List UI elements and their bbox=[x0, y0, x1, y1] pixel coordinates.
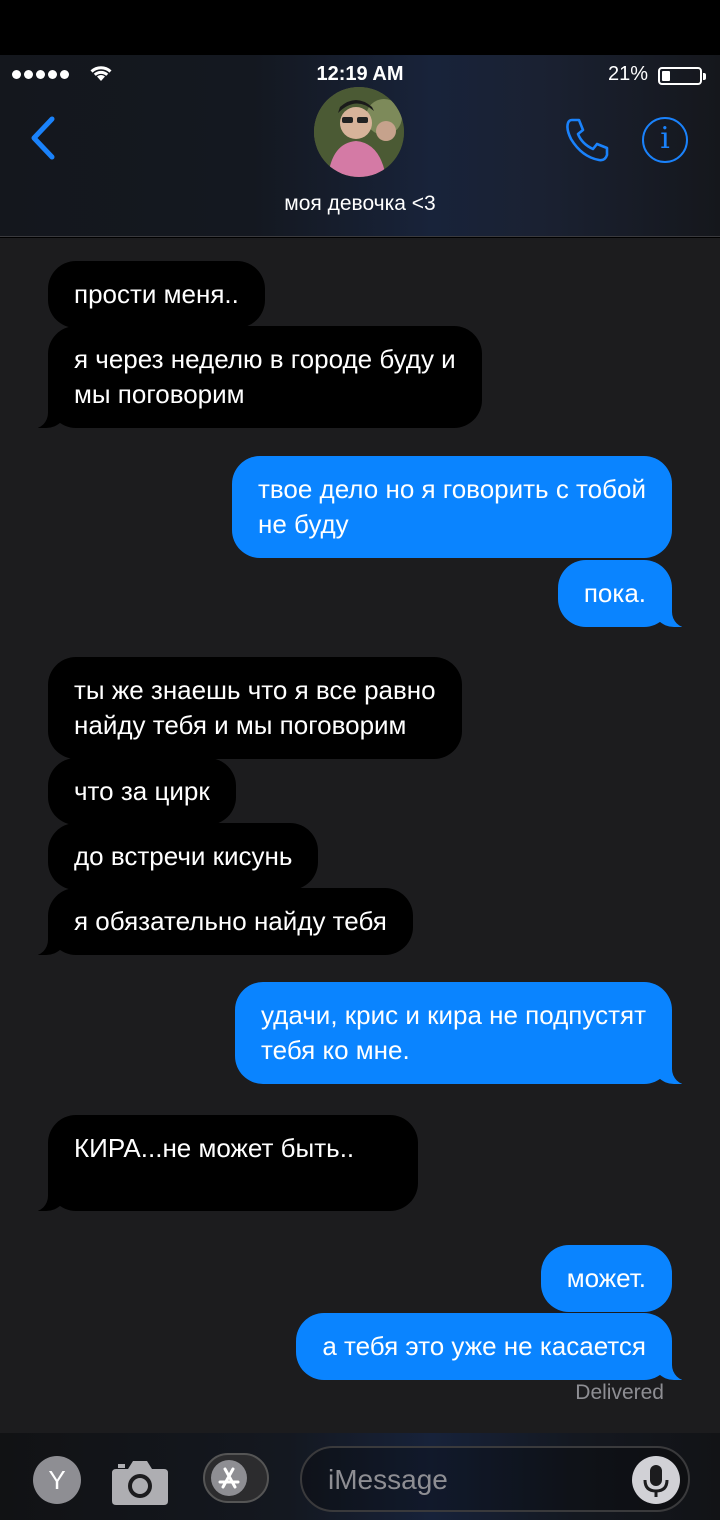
compose-bar: Y bbox=[0, 1433, 720, 1520]
chevron-left-icon[interactable] bbox=[26, 113, 60, 163]
message-text: пока. bbox=[583, 578, 646, 608]
outgoing-message[interactable]: может. bbox=[540, 1245, 672, 1312]
message-text: КИРА...не может быть.. bbox=[74, 1133, 355, 1163]
incoming-message[interactable]: что за цирк bbox=[48, 758, 236, 825]
message-thread[interactable]: прости меня.. я через неделю в городе бу… bbox=[0, 238, 720, 1433]
message-text: ты же знаешь что я все равно найду тебя … bbox=[74, 675, 436, 740]
message-text: что за цирк bbox=[74, 776, 210, 806]
incoming-message[interactable]: ты же знаешь что я все равно найду тебя … bbox=[48, 657, 462, 759]
incoming-message[interactable]: до встречи кисунь bbox=[48, 823, 319, 890]
info-icon[interactable]: i bbox=[642, 117, 688, 163]
microphone-icon[interactable] bbox=[632, 1456, 680, 1504]
delivery-status: Delivered bbox=[575, 1381, 664, 1404]
battery-percent: 21% bbox=[607, 63, 648, 85]
outgoing-message[interactable]: а тебя это уже не касается bbox=[296, 1313, 696, 1381]
outgoing-message[interactable]: твое дело но я говорить с тобой не буду bbox=[231, 456, 672, 558]
message-text: может. bbox=[566, 1263, 646, 1293]
incoming-message[interactable]: я через неделю в городе буду и мы погово… bbox=[24, 326, 482, 429]
outgoing-message[interactable]: удачи, крис и кира не подпустят тебя ко … bbox=[235, 982, 696, 1085]
avatar-photo bbox=[314, 87, 404, 177]
imessage-field[interactable] bbox=[300, 1446, 690, 1512]
message-text: а тебя это уже не касается bbox=[322, 1331, 646, 1361]
app-store-button[interactable] bbox=[203, 1453, 269, 1503]
message-text: я через неделю в городе буду и мы погово… bbox=[74, 344, 456, 409]
contact-avatar[interactable] bbox=[314, 87, 404, 177]
top-black-bar bbox=[0, 0, 720, 55]
camera-icon[interactable] bbox=[110, 1455, 170, 1507]
message-text: твое дело но я говорить с тобой не буду bbox=[257, 474, 646, 539]
incoming-message[interactable]: прости меня.. bbox=[48, 261, 265, 328]
message-input[interactable] bbox=[328, 1460, 618, 1500]
message-text: прости меня.. bbox=[74, 279, 239, 309]
message-text: до встречи кисунь bbox=[74, 841, 293, 871]
profile-button[interactable]: Y bbox=[33, 1456, 81, 1504]
contact-name[interactable]: моя девочка <3 bbox=[0, 192, 720, 216]
app-store-icon bbox=[211, 1460, 247, 1496]
message-text: я обязательно найду тебя bbox=[74, 906, 387, 936]
phone-icon[interactable] bbox=[562, 115, 612, 165]
battery-icon bbox=[658, 67, 706, 85]
status-bar: 12:19 AM 21% bbox=[0, 61, 720, 85]
outgoing-message[interactable]: пока. bbox=[557, 560, 697, 628]
message-text: удачи, крис и кира не подпустят тебя ко … bbox=[261, 1000, 646, 1065]
battery-level bbox=[662, 71, 670, 81]
incoming-message[interactable]: я обязательно найду тебя bbox=[24, 888, 413, 956]
conversation-header: 12:19 AM 21% моя девочка <3 i bbox=[0, 55, 720, 237]
incoming-message[interactable]: КИРА...не может быть.. bbox=[24, 1115, 418, 1212]
